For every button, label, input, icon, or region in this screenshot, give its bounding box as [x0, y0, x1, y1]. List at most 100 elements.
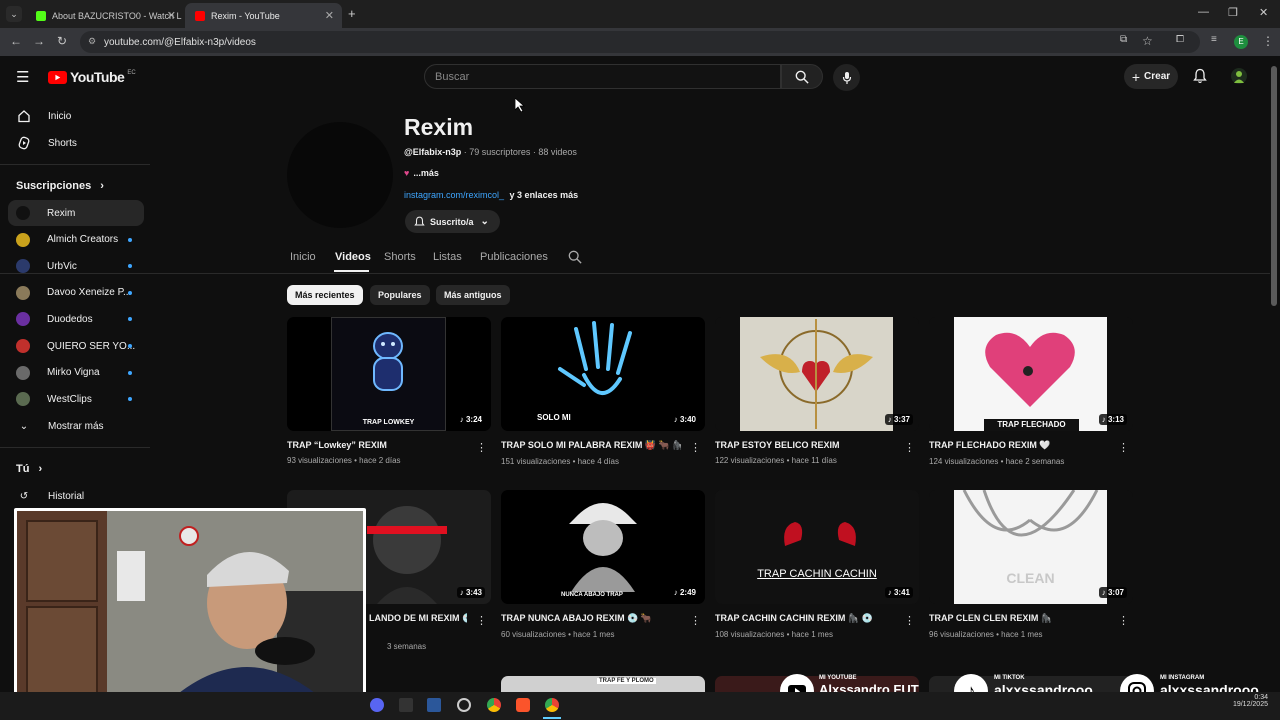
sidebar-item-inicio[interactable]: Inicio	[8, 103, 144, 129]
install-app-icon[interactable]: ⧉	[1120, 34, 1127, 45]
taskbar-clock[interactable]: 0:34 19/12/2025	[1224, 694, 1268, 708]
sidebar-subscription-item[interactable]: Mirko Vigna	[8, 360, 144, 386]
tab-videos[interactable]: Videos	[335, 251, 371, 263]
video-card[interactable]: CLEAN ♪ 3:07 TRAP CLEN CLEN REXIM 🦍 96 v…	[929, 490, 1133, 639]
show-more-button[interactable]: ⌄ Mostrar más	[8, 413, 144, 439]
more-links[interactable]: y 3 enlaces más	[510, 190, 579, 200]
sidebar-subscription-item[interactable]: Rexim	[8, 200, 144, 226]
word-icon[interactable]	[427, 698, 441, 712]
tab-bazucristo[interactable]: About BAZUCRISTO0 - Watch L ✕	[26, 3, 184, 28]
channel-search-icon[interactable]	[568, 250, 582, 269]
instagram-link[interactable]: instagram.com/reximcol_	[404, 190, 504, 200]
shorts-icon	[16, 135, 32, 151]
steam-icon[interactable]	[457, 698, 471, 712]
forward-icon[interactable]: →	[33, 34, 45, 48]
profile-avatar[interactable]: E	[1234, 35, 1248, 49]
search-button[interactable]	[781, 64, 823, 89]
sidebar-subscription-item[interactable]: Almich Creators	[8, 227, 144, 253]
create-button[interactable]: + Crear	[1124, 64, 1178, 89]
video-thumbnail[interactable]: NUNCA ABAJO TRAP ♪ 2:49	[501, 490, 705, 604]
video-card[interactable]: TRAP LOWKEY ♪ 3:24 TRAP “Lowkey” REXIM 9…	[287, 317, 491, 465]
sidebar-subscription-item[interactable]: UrbVic	[8, 253, 144, 279]
chrome-icon[interactable]	[487, 698, 501, 712]
epic-games-icon[interactable]	[399, 698, 413, 712]
video-card[interactable]: NUNCA ABAJO TRAP ♪ 2:49 TRAP NUNCA ABAJO…	[501, 490, 705, 639]
sidebar-item-shorts[interactable]: Shorts	[8, 130, 144, 156]
sidebar-subscription-item[interactable]: WestClips	[8, 386, 144, 412]
url-field[interactable]: ⚙ youtube.com/@Elfabix-n3p/videos	[80, 31, 1200, 53]
channel-handle: @Elfabix-n3p	[404, 147, 462, 157]
back-icon[interactable]: ←	[10, 34, 22, 48]
youtube-logo[interactable]: YouTube EC	[48, 69, 136, 85]
tab-listas[interactable]: Listas	[433, 251, 462, 263]
tab-inicio[interactable]: Inicio	[290, 251, 316, 263]
close-icon[interactable]: ✕	[325, 9, 334, 22]
subscribed-button[interactable]: Suscrito/a ⌄	[405, 210, 500, 233]
hamburger-menu-icon[interactable]: ☰	[16, 68, 29, 86]
media-icon[interactable]: ≡	[1211, 34, 1217, 45]
sidebar-item-historial[interactable]: ↺ Historial	[8, 483, 144, 509]
more-options-icon[interactable]: ⋮	[1118, 614, 1129, 627]
sidebar-item-label: UrbVic	[47, 260, 77, 272]
chip-populares[interactable]: Populares	[370, 285, 430, 305]
video-card[interactable]: TRAP FLECHADO ♪ 3:13 TRAP FLECHADO REXIM…	[929, 317, 1133, 466]
video-thumbnail[interactable]: TRAP CACHIN CACHIN ♪ 3:41	[715, 490, 919, 604]
channel-avatar[interactable]	[287, 122, 393, 228]
video-thumbnail[interactable]: SOLO MI ♪ 3:40	[501, 317, 705, 431]
video-card[interactable]: ♪ 3:37 TRAP ESTOY BELICO REXIM 122 visua…	[715, 317, 919, 465]
more-options-icon[interactable]: ⋮	[904, 441, 915, 454]
browser-menu-icon[interactable]: ⋮	[1262, 34, 1274, 48]
chip-mas-recientes[interactable]: Más recientes	[287, 285, 363, 305]
discord-icon[interactable]	[370, 698, 384, 712]
scrollbar-thumb[interactable]	[1271, 66, 1277, 306]
more-options-icon[interactable]: ⋮	[904, 614, 915, 627]
restore-icon[interactable]: ❐	[1228, 6, 1238, 19]
video-title[interactable]: TRAP NUNCA ABAJO REXIM 💿 🐂	[501, 613, 681, 624]
tab-rexim[interactable]: Rexim - YouTube ✕	[185, 3, 342, 28]
sidebar-subscription-item[interactable]: Duodedos	[8, 306, 144, 332]
search-input[interactable]: Buscar	[424, 64, 781, 89]
video-title[interactable]: TRAP ESTOY BELICO REXIM	[715, 440, 895, 450]
video-card[interactable]: TRAP CACHIN CACHIN ♪ 3:41 TRAP CACHIN CA…	[715, 490, 919, 639]
overlay-instagram-small: MI INSTAGRAM	[1160, 675, 1205, 681]
sidebar-subscription-item[interactable]: Davoo Xeneize P...	[8, 280, 144, 306]
tab-search-button[interactable]: ⌄	[6, 6, 22, 22]
video-title[interactable]: TRAP SOLO MI PALABRA REXIM 👹 🐂 🦍	[501, 440, 681, 451]
window-close-icon[interactable]: ✕	[1259, 6, 1268, 19]
video-thumbnail[interactable]: TRAP LOWKEY ♪ 3:24	[287, 317, 491, 431]
video-thumbnail-partial[interactable]: TRAP FE Y PLOMO	[501, 676, 705, 692]
close-icon[interactable]: ✕	[167, 9, 176, 22]
video-title[interactable]: TRAP FLECHADO REXIM 🤍	[929, 440, 1109, 451]
extensions-icon[interactable]: ⧠	[1176, 34, 1184, 45]
video-title[interactable]: TRAP CACHIN CACHIN REXIM 🦍 💿	[715, 613, 895, 624]
video-thumbnail[interactable]: ♪ 3:37	[715, 317, 919, 431]
subscriptions-heading[interactable]: Suscripciones ›	[16, 180, 104, 192]
sidebar-subscription-item[interactable]: QUIERO SER YO...	[8, 333, 144, 359]
chrome-active-icon[interactable]	[545, 698, 559, 712]
video-thumbnail[interactable]: TRAP FLECHADO ♪ 3:13	[929, 317, 1133, 431]
page-scrollbar[interactable]	[1271, 66, 1277, 706]
channel-description[interactable]: ♥ ...más	[404, 168, 439, 178]
tab-publicaciones[interactable]: Publicaciones	[480, 251, 548, 263]
voice-search-button[interactable]	[833, 64, 860, 91]
more-options-icon[interactable]: ⋮	[1118, 441, 1129, 454]
site-info-icon[interactable]: ⚙	[88, 36, 96, 47]
more-options-icon[interactable]: ⋮	[476, 614, 487, 627]
minimize-icon[interactable]: —	[1198, 6, 1209, 18]
tab-shorts[interactable]: Shorts	[384, 251, 416, 263]
video-title[interactable]: TRAP CLEN CLEN REXIM 🦍	[929, 613, 1109, 624]
new-tab-icon[interactable]: +	[348, 6, 356, 21]
brave-icon[interactable]	[516, 698, 530, 712]
you-heading[interactable]: Tú ›	[16, 463, 42, 475]
more-options-icon[interactable]: ⋮	[690, 614, 701, 627]
user-avatar[interactable]	[1231, 68, 1247, 84]
chip-mas-antiguos[interactable]: Más antiguos	[436, 285, 510, 305]
video-thumbnail[interactable]: CLEAN ♪ 3:07	[929, 490, 1133, 604]
video-card[interactable]: SOLO MI ♪ 3:40 TRAP SOLO MI PALABRA REXI…	[501, 317, 705, 466]
video-title[interactable]: TRAP “Lowkey” REXIM	[287, 440, 467, 450]
more-options-icon[interactable]: ⋮	[690, 441, 701, 454]
notifications-bell-icon[interactable]	[1193, 68, 1207, 89]
more-options-icon[interactable]: ⋮	[476, 441, 487, 454]
bookmark-star-icon[interactable]: ☆	[1142, 34, 1153, 48]
reload-icon[interactable]: ↻	[57, 34, 67, 48]
